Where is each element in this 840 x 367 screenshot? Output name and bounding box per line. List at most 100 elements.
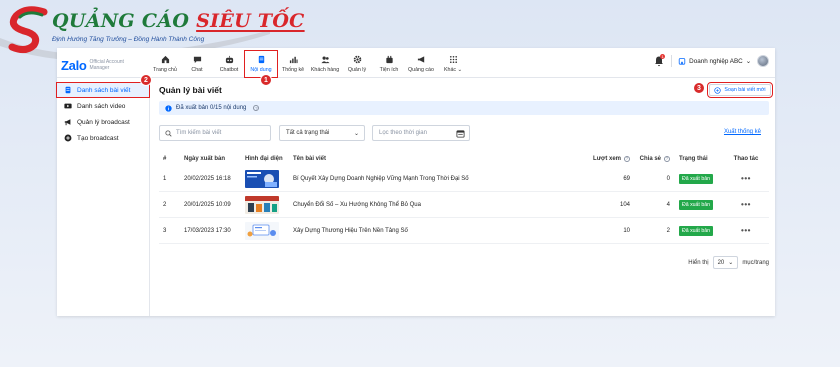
row-index: 1 <box>163 175 167 182</box>
sidebar: Danh sách bài viết Danh sách video Quản … <box>56 78 150 316</box>
row-actions[interactable]: ••• <box>732 218 760 243</box>
logo-subtitle: Official Account Manager <box>89 59 124 71</box>
nav-label: Khách hàng <box>310 67 340 73</box>
search-input[interactable]: Tìm kiếm bài viết <box>159 125 271 141</box>
nav-chat[interactable]: Chat <box>181 51 213 77</box>
sidebar-item-posts[interactable]: Danh sách bài viết <box>56 82 150 98</box>
table-row[interactable]: 1 20/02/2025 16:18 Bí Quyết Xây Dựng Doa… <box>159 166 769 192</box>
nav-utilities[interactable]: Tiện ích <box>373 51 405 77</box>
row-title[interactable]: Chuyển Đổi Số – Xu Hướng Không Thể Bỏ Qu… <box>293 192 421 217</box>
more-icon: ••• <box>741 174 751 183</box>
sidebar-item-label: Danh sách bài viết <box>77 86 131 94</box>
content-icon <box>258 55 264 64</box>
col-index: # <box>163 155 167 162</box>
sidebar-item-broadcast-manage[interactable]: Quản lý broadcast <box>57 115 149 129</box>
row-actions[interactable]: ••• <box>732 166 760 191</box>
nav-home[interactable]: Trang chủ <box>149 51 181 77</box>
page-size-value: 20 <box>717 259 725 266</box>
col-actions: Thao tác <box>733 155 759 162</box>
row-date: 17/03/2023 17:30 <box>184 227 231 234</box>
nav-more[interactable]: Khác ⌄ <box>437 51 469 77</box>
row-date: 20/02/2025 16:18 <box>184 175 231 182</box>
nav-stats[interactable]: Thống kê <box>277 51 309 77</box>
nav-label: Khác ⌄ <box>444 67 462 73</box>
plugin-icon <box>385 55 393 64</box>
new-post-button[interactable]: Soạn bài viết mới <box>707 82 773 98</box>
table-row[interactable]: 2 20/01/2025 10:09 Chuyển Đổi Số – Xu Hư… <box>159 192 769 218</box>
ads-icon <box>417 56 424 63</box>
sidebar-item-label: Danh sách video <box>77 102 126 110</box>
status-badge: Đã xuất bản <box>679 225 713 236</box>
nav-manage[interactable]: Quản lý <box>341 51 373 77</box>
top-right-area: 1 Doanh nghiệp ABC ⌄ <box>653 54 769 67</box>
date-filter[interactable]: Lọc theo thời gian <box>372 125 470 141</box>
row-title[interactable]: Xây Dựng Thương Hiệu Trên Nền Tảng Số <box>293 218 408 243</box>
brand-name-part2: SIÊU TỐC <box>196 10 305 32</box>
row-thumbnail[interactable] <box>245 192 279 217</box>
search-placeholder: Tìm kiếm bài viết <box>176 130 222 136</box>
nav-label-text: Khác <box>444 67 457 73</box>
logo-sub2: Manager <box>89 64 110 71</box>
col-date: Ngày xuất bản <box>184 155 226 162</box>
col-thumbnail: Hình đại diện <box>245 155 283 162</box>
posts-table: # Ngày xuất bản Hình đại diện Tên bài vi… <box>159 151 769 244</box>
nav-customers[interactable]: Khách hàng <box>309 51 341 77</box>
thumbnail-image <box>245 195 279 214</box>
row-thumbnail[interactable] <box>245 218 279 243</box>
callout-marker-3: 3 <box>693 82 705 94</box>
row-views: 10 <box>623 227 630 234</box>
nav-ads[interactable]: Quảng cáo <box>405 51 437 77</box>
brand-name: QUẢNG CÁO SIÊU TỐC <box>52 10 305 32</box>
pager-prefix: Hiển thị <box>688 259 709 266</box>
calendar-icon <box>456 129 465 138</box>
chevron-down-icon: ⌄ <box>353 130 359 137</box>
chevron-down-icon: ⌄ <box>728 260 734 266</box>
brand-name-part1: QUẢNG CÁO <box>52 10 190 32</box>
col-title: Tên bài viết <box>293 155 327 162</box>
row-date: 20/01/2025 10:09 <box>184 201 231 208</box>
notification-bell[interactable]: 1 <box>653 54 666 67</box>
col-views-label: Lượt xem <box>593 155 621 162</box>
sidebar-item-label: Quản lý broadcast <box>77 118 130 126</box>
row-title[interactable]: Bí Quyết Xây Dựng Doanh Nghiệp Vững Mạnh… <box>293 166 469 191</box>
col-shares: Chia sẻ? <box>634 151 670 166</box>
nav-content[interactable]: Nội dung <box>244 50 278 78</box>
row-index: 3 <box>163 227 167 234</box>
table-row[interactable]: 3 17/03/2023 17:30 Xây Dựng Thương Hiệu … <box>159 218 769 244</box>
thumbnail-image <box>245 169 279 188</box>
nav-label: Trang chủ <box>153 67 177 73</box>
help-icon[interactable]: ? <box>624 155 630 162</box>
sidebar-item-videos[interactable]: Danh sách video <box>57 99 149 113</box>
help-icon[interactable]: ? <box>664 155 670 162</box>
zalo-oa-logo[interactable]: Zalo Official Account Manager <box>61 58 124 73</box>
row-shares: 4 <box>666 201 670 208</box>
info-icon <box>165 104 172 112</box>
pagination: Hiển thị 20 ⌄ mục/trang <box>688 256 769 269</box>
row-views: 104 <box>619 201 630 208</box>
status-filter[interactable]: Tất cả trạng thái ⌄ <box>279 125 365 141</box>
row-thumbnail[interactable] <box>245 166 279 191</box>
callout-marker-1: 1 <box>260 74 272 86</box>
sidebar-item-broadcast-create[interactable]: Tạo broadcast <box>57 131 149 145</box>
divider <box>671 55 673 67</box>
page-title: Quản lý bài viết <box>159 85 222 95</box>
sidebar-item-label: Tạo broadcast <box>77 134 119 142</box>
new-post-label: Soạn bài viết mới <box>724 87 766 93</box>
nav-chatbot[interactable]: Chatbot <box>213 51 245 77</box>
page-size-select[interactable]: 20 ⌄ <box>712 256 739 269</box>
status-badge: Đã xuất bản <box>679 173 713 184</box>
app-window: Zalo Official Account Manager Trang chủ … <box>56 48 775 316</box>
pager-suffix: mục/trang <box>742 259 769 266</box>
date-placeholder: Lọc theo thời gian <box>379 130 427 136</box>
export-stats-link[interactable]: Xuất thống kê <box>724 129 761 135</box>
nav-label: Quản lý <box>347 67 367 73</box>
info-banner: Đã xuất bản 0/15 nội dung ? <box>159 101 769 115</box>
status-badge: Đã xuất bản <box>679 199 713 210</box>
avatar[interactable] <box>757 55 769 67</box>
row-actions[interactable]: ••• <box>732 192 760 217</box>
help-icon[interactable]: ? <box>253 105 260 111</box>
business-switcher[interactable]: Doanh nghiệp ABC ⌄ <box>678 57 751 65</box>
main-nav: Trang chủ Chat Chatbot Nội dung Thống kê… <box>149 50 469 78</box>
plus-circle-icon <box>64 134 72 142</box>
chatbot-icon <box>225 55 233 64</box>
